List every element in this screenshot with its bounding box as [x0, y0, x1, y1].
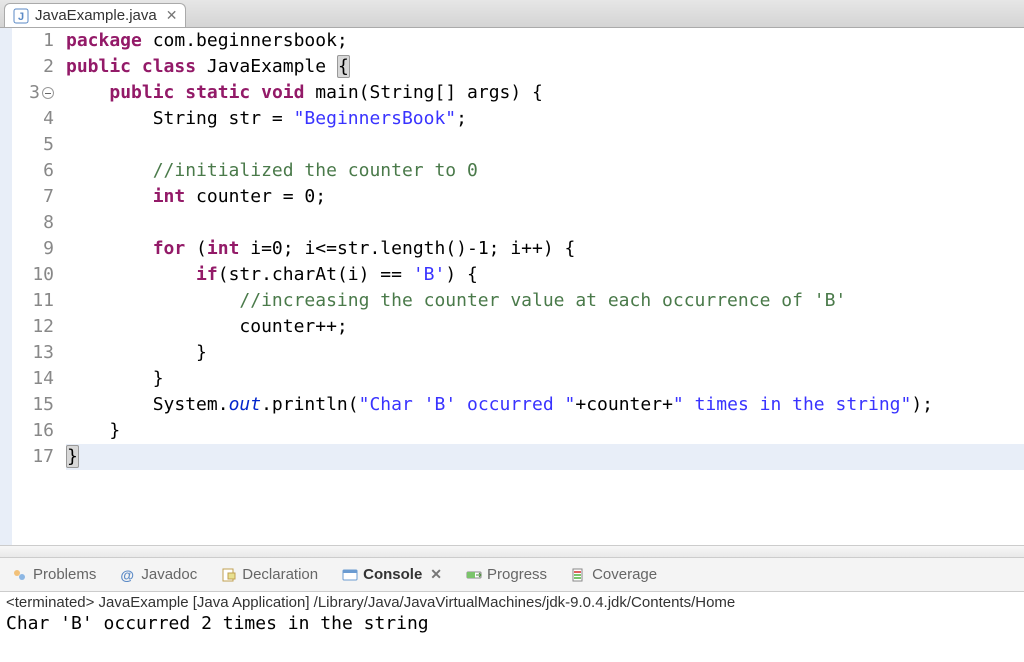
code-line[interactable]: public class JavaExample { — [66, 54, 1024, 80]
line-number-gutter[interactable]: 1234567891011121314151617 — [12, 28, 60, 545]
view-divider[interactable] — [0, 546, 1024, 558]
line-number: 10 — [12, 262, 54, 288]
code-line[interactable]: counter++; — [66, 314, 1024, 340]
line-number: 14 — [12, 366, 54, 392]
line-number: 16 — [12, 418, 54, 444]
line-number: 8 — [12, 210, 54, 236]
java-file-icon: J — [13, 8, 29, 24]
javadoc-icon: @ — [120, 567, 136, 583]
code-line[interactable]: int counter = 0; — [66, 184, 1024, 210]
editor-tabs: J JavaExample.java ✕ — [0, 0, 1024, 28]
console-meta-line: <terminated> JavaExample [Java Applicati… — [6, 594, 1018, 611]
line-number: 13 — [12, 340, 54, 366]
coverage-icon — [571, 567, 587, 583]
console-icon — [342, 567, 358, 583]
console-output-line: Char 'B' occurred 2 times in the string — [6, 613, 1018, 634]
view-tab-label: Problems — [33, 566, 96, 583]
breakpoint-column[interactable] — [0, 28, 12, 545]
line-number: 2 — [12, 54, 54, 80]
code-line[interactable]: //increasing the counter value at each o… — [66, 288, 1024, 314]
code-line[interactable]: public static void main(String[] args) { — [66, 80, 1024, 106]
line-number: 15 — [12, 392, 54, 418]
view-tab-label: Coverage — [592, 566, 657, 583]
view-tab-problems[interactable]: Problems — [6, 564, 102, 585]
code-line[interactable]: } — [66, 444, 1024, 470]
svg-text:J: J — [18, 11, 24, 23]
code-content[interactable]: package com.beginnersbook;public class J… — [60, 28, 1024, 545]
code-line[interactable]: package com.beginnersbook; — [66, 28, 1024, 54]
view-tab-declaration[interactable]: Declaration — [215, 564, 324, 585]
view-tab-label: Progress — [487, 566, 547, 583]
view-tab-label: Declaration — [242, 566, 318, 583]
code-line[interactable]: //initialized the counter to 0 — [66, 158, 1024, 184]
line-number: 5 — [12, 132, 54, 158]
line-number: 9 — [12, 236, 54, 262]
bottom-view-tabs: Problems @ Javadoc Declaration Console ✕ Progr… — [0, 558, 1024, 592]
code-line[interactable] — [66, 132, 1024, 158]
fold-icon[interactable] — [42, 87, 54, 99]
code-line[interactable]: String str = "BeginnersBook"; — [66, 106, 1024, 132]
line-number: 11 — [12, 288, 54, 314]
code-line[interactable]: for (int i=0; i<=str.length()-1; i++) { — [66, 236, 1024, 262]
code-line[interactable] — [66, 210, 1024, 236]
view-tab-progress[interactable]: Progress — [460, 564, 553, 585]
editor-tab-label: JavaExample.java — [35, 7, 157, 24]
line-number: 12 — [12, 314, 54, 340]
view-tab-label: Console — [363, 566, 422, 583]
line-number: 3 — [12, 80, 54, 106]
view-tab-label: Javadoc — [141, 566, 197, 583]
close-view-icon[interactable]: ✕ — [430, 566, 442, 583]
code-line[interactable]: System.out.println("Char 'B' occurred "+… — [66, 392, 1024, 418]
code-line[interactable]: } — [66, 340, 1024, 366]
line-number: 1 — [12, 28, 54, 54]
declaration-icon — [221, 567, 237, 583]
line-number: 17 — [12, 444, 54, 470]
problems-icon — [12, 567, 28, 583]
close-tab-icon[interactable]: ✕ — [166, 7, 178, 24]
editor-tab-javaexample[interactable]: J JavaExample.java ✕ — [4, 3, 186, 27]
line-number: 7 — [12, 184, 54, 210]
code-line[interactable]: } — [66, 366, 1024, 392]
view-tab-javadoc[interactable]: @ Javadoc — [114, 564, 203, 585]
view-tab-coverage[interactable]: Coverage — [565, 564, 663, 585]
progress-icon — [466, 567, 482, 583]
console-view: <terminated> JavaExample [Java Applicati… — [0, 592, 1024, 662]
view-tab-console[interactable]: Console ✕ — [336, 564, 448, 585]
line-number: 6 — [12, 158, 54, 184]
code-line[interactable]: if(str.charAt(i) == 'B') { — [66, 262, 1024, 288]
code-line[interactable]: } — [66, 418, 1024, 444]
code-editor[interactable]: 1234567891011121314151617 package com.be… — [0, 28, 1024, 546]
line-number: 4 — [12, 106, 54, 132]
